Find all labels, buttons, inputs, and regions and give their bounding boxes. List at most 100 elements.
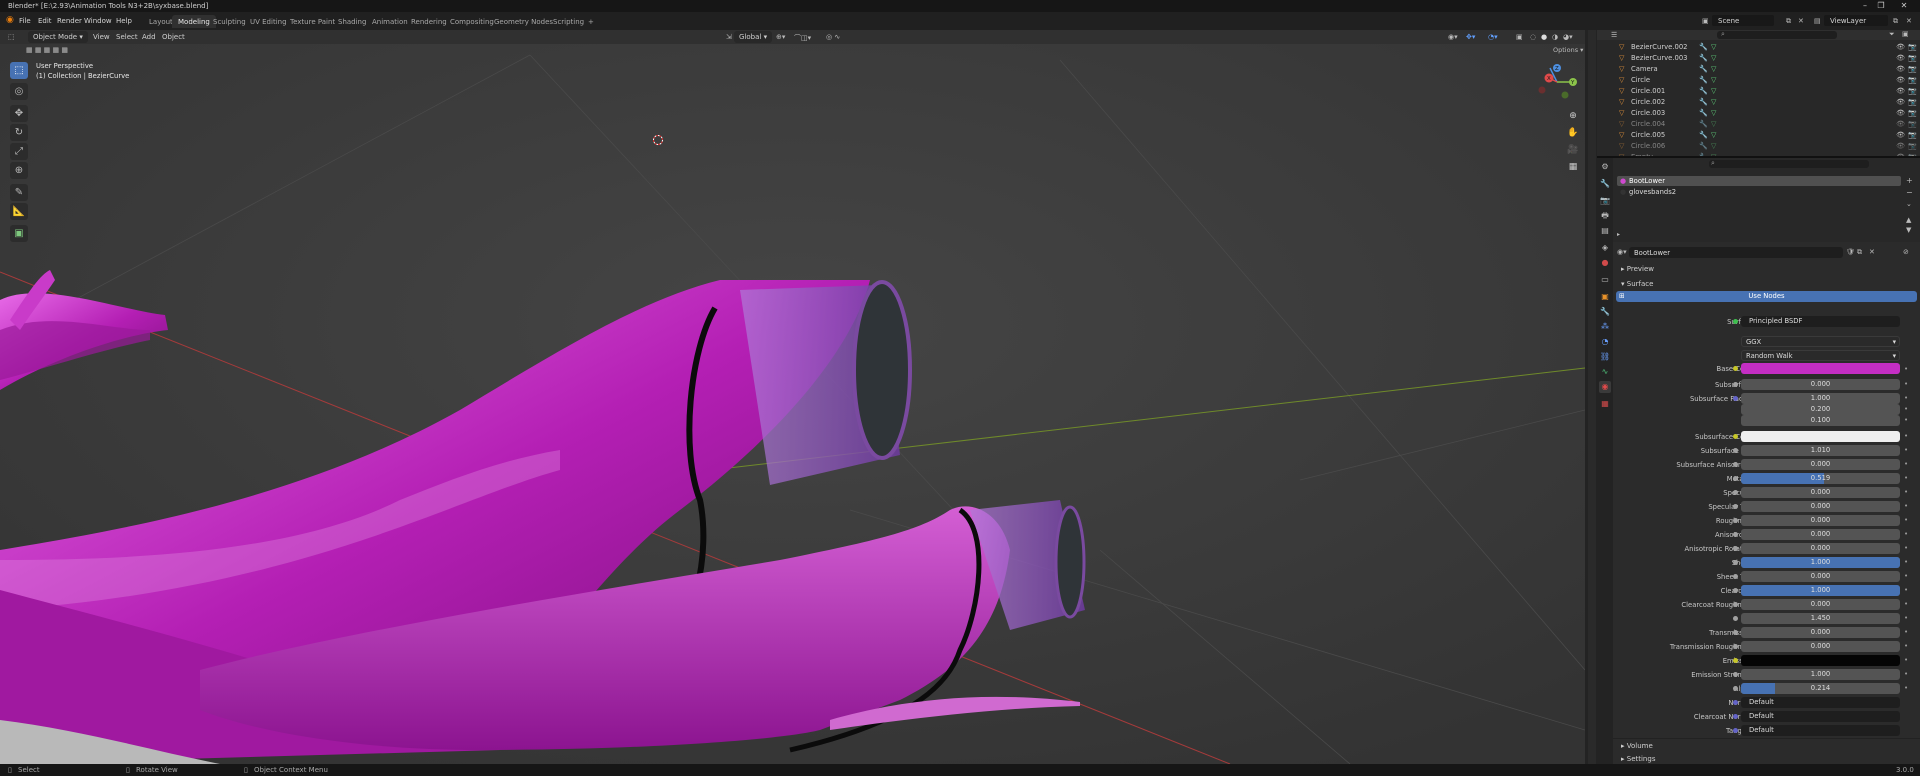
particles-tab-icon[interactable]: ⁂: [1599, 321, 1611, 333]
xray-icon[interactable]: ▣: [1516, 33, 1523, 41]
base-color-swatch[interactable]: [1741, 363, 1900, 374]
visibility-eye-icon[interactable]: 👁: [1896, 120, 1905, 128]
select-box-tool-icon[interactable]: ⬚: [10, 62, 28, 79]
material-name-field[interactable]: BootLower: [1629, 247, 1843, 258]
outliner-row[interactable]: ▽ Circle.006 🔧 ▽ 👁 📷: [1619, 141, 1919, 152]
browse-material-icon[interactable]: ◉▾: [1617, 248, 1627, 256]
overlay-toggle-icon[interactable]: ◔▾: [1488, 33, 1498, 41]
outliner-row[interactable]: ▽ BezierCurve.002 🔧 ▽ 👁 📷: [1619, 42, 1919, 53]
add-cube-tool-icon[interactable]: ▣: [10, 225, 28, 242]
use-nodes-button[interactable]: ⊞ Use Nodes: [1616, 291, 1917, 302]
menu-select[interactable]: Select: [116, 33, 138, 41]
proportional-edit-icon[interactable]: ◎ ∿: [826, 33, 840, 41]
shading-wireframe-icon[interactable]: ◌: [1530, 33, 1536, 41]
keyframe-dot-icon[interactable]: •: [1904, 684, 1908, 692]
outliner-search-input[interactable]: [1717, 31, 1837, 39]
modifier-icon[interactable]: 🔧: [1699, 98, 1708, 106]
keyframe-dot-icon[interactable]: •: [1904, 488, 1908, 496]
modifier-icon[interactable]: 🔧: [1699, 54, 1708, 62]
new-viewlayer-icon[interactable]: ⧉: [1893, 17, 1898, 26]
shading-rendered-icon[interactable]: ◕▾: [1563, 33, 1573, 41]
subsurface-method-dropdown[interactable]: Random Walk ▾: [1741, 350, 1900, 361]
menu-add[interactable]: Add: [142, 33, 156, 41]
modifier-icon[interactable]: 🔧: [1699, 65, 1708, 73]
keyframe-dot-icon[interactable]: •: [1904, 474, 1908, 482]
add-workspace-button[interactable]: +: [582, 15, 600, 28]
distribution-dropdown[interactable]: GGX ▾: [1741, 336, 1900, 347]
keyframe-dot-icon[interactable]: •: [1904, 656, 1908, 664]
surface-shader-field[interactable]: Principled BSDF: [1741, 316, 1900, 327]
viewlayer-icon[interactable]: ▤: [1814, 17, 1821, 25]
collection-tab-icon[interactable]: ▭: [1599, 274, 1611, 286]
modifier-tab-icon[interactable]: 🔧: [1599, 306, 1611, 318]
value-field[interactable]: 0.200: [1741, 404, 1900, 415]
value-field[interactable]: 0.000: [1741, 599, 1900, 610]
keyframe-dot-icon[interactable]: •: [1904, 416, 1908, 424]
value-field[interactable]: Default: [1741, 725, 1900, 736]
outliner-row[interactable]: ▽ Camera 🔧 ▽ 👁 📷: [1619, 64, 1919, 75]
render-camera-icon[interactable]: 📷: [1908, 43, 1917, 51]
output-tab-icon[interactable]: 🖶: [1599, 210, 1611, 222]
unlink-material-icon[interactable]: ✕: [1869, 248, 1875, 256]
render-camera-icon[interactable]: 📷: [1908, 120, 1917, 128]
value-field[interactable]: 0.000: [1741, 543, 1900, 554]
value-field[interactable]: 0.000: [1741, 487, 1900, 498]
modifier-icon[interactable]: 🔧: [1699, 43, 1708, 51]
visibility-eye-icon[interactable]: 👁: [1896, 98, 1905, 106]
data-icon[interactable]: ▽: [1711, 87, 1716, 95]
pivot-point-icon[interactable]: ⊕▾: [776, 33, 785, 41]
visibility-eye-icon[interactable]: 👁: [1896, 76, 1905, 84]
section-preview[interactable]: ▸ Preview: [1613, 262, 1920, 275]
outliner[interactable]: ☰ ⌕ ⏷ ▣ ▽ BezierCurve.002 🔧 ▽ 👁 📷 ▽ BezierCurve…: [1597, 30, 1920, 156]
visibility-eye-icon[interactable]: 👁: [1896, 54, 1905, 62]
keyframe-dot-icon[interactable]: •: [1904, 394, 1908, 402]
keyframe-dot-icon[interactable]: •: [1904, 600, 1908, 608]
new-collection-icon[interactable]: ▣: [1902, 30, 1909, 38]
delete-scene-icon[interactable]: ✕: [1798, 17, 1804, 25]
keyframe-dot-icon[interactable]: •: [1904, 628, 1908, 636]
slot-row-active[interactable]: ● BootLower: [1617, 176, 1901, 186]
keyframe-dot-icon[interactable]: •: [1904, 558, 1908, 566]
data-icon[interactable]: ▽: [1711, 43, 1716, 51]
data-icon[interactable]: ▽: [1711, 98, 1716, 106]
keyframe-dot-icon[interactable]: •: [1904, 365, 1908, 373]
material-tab-icon[interactable]: ◉: [1599, 381, 1611, 393]
menu-file[interactable]: File: [19, 17, 31, 25]
gizmo-toggle-icon[interactable]: ✥▾: [1466, 33, 1475, 41]
keyframe-dot-icon[interactable]: •: [1904, 614, 1908, 622]
annotate-tool-icon[interactable]: ✎: [10, 184, 28, 201]
list-options-icon[interactable]: ▸: [1617, 231, 1620, 238]
keyframe-dot-icon[interactable]: •: [1904, 502, 1908, 510]
filter-icon[interactable]: ⏷: [1889, 30, 1895, 39]
shading-solid-icon[interactable]: ●: [1541, 33, 1547, 41]
value-field[interactable]: 0.000: [1741, 379, 1900, 390]
value-field[interactable]: 1.000: [1741, 557, 1900, 568]
render-camera-icon[interactable]: 📷: [1908, 98, 1917, 106]
data-icon[interactable]: ▽: [1711, 76, 1716, 84]
scene-tab-icon[interactable]: ◈: [1599, 242, 1611, 254]
section-surface[interactable]: ▾ Surface: [1613, 277, 1920, 290]
perspective-toggle-icon[interactable]: ▦: [1565, 159, 1581, 175]
value-field[interactable]: 0.100: [1741, 415, 1900, 426]
outliner-row[interactable]: ▽ Circle.002 🔧 ▽ 👁 📷: [1619, 97, 1919, 108]
object-tab-icon[interactable]: ▣: [1599, 291, 1611, 303]
value-field[interactable]: 1.000: [1741, 393, 1900, 404]
scale-tool-icon[interactable]: ⤢: [10, 143, 28, 160]
visibility-eye-icon[interactable]: 👁: [1896, 109, 1905, 117]
value-field[interactable]: 0.000: [1741, 515, 1900, 526]
shading-material-icon[interactable]: ◑: [1552, 33, 1558, 41]
data-icon[interactable]: ▽: [1711, 109, 1716, 117]
modifier-icon[interactable]: 🔧: [1699, 131, 1708, 139]
render-tab-icon[interactable]: 📷: [1599, 195, 1611, 207]
close-button[interactable]: ✕: [1894, 1, 1914, 10]
menu-edit[interactable]: Edit: [38, 17, 52, 25]
render-camera-icon[interactable]: 📷: [1908, 109, 1917, 117]
data-icon[interactable]: ▽: [1711, 153, 1716, 156]
data-icon[interactable]: ▽: [1711, 142, 1716, 150]
value-field[interactable]: 0.000: [1741, 641, 1900, 652]
value-field[interactable]: 1.450: [1741, 613, 1900, 624]
new-scene-icon[interactable]: ⧉: [1786, 17, 1791, 26]
data-icon[interactable]: ▽: [1711, 131, 1716, 139]
render-camera-icon[interactable]: 📷: [1908, 65, 1917, 73]
scene-selector[interactable]: Scene: [1712, 15, 1774, 26]
